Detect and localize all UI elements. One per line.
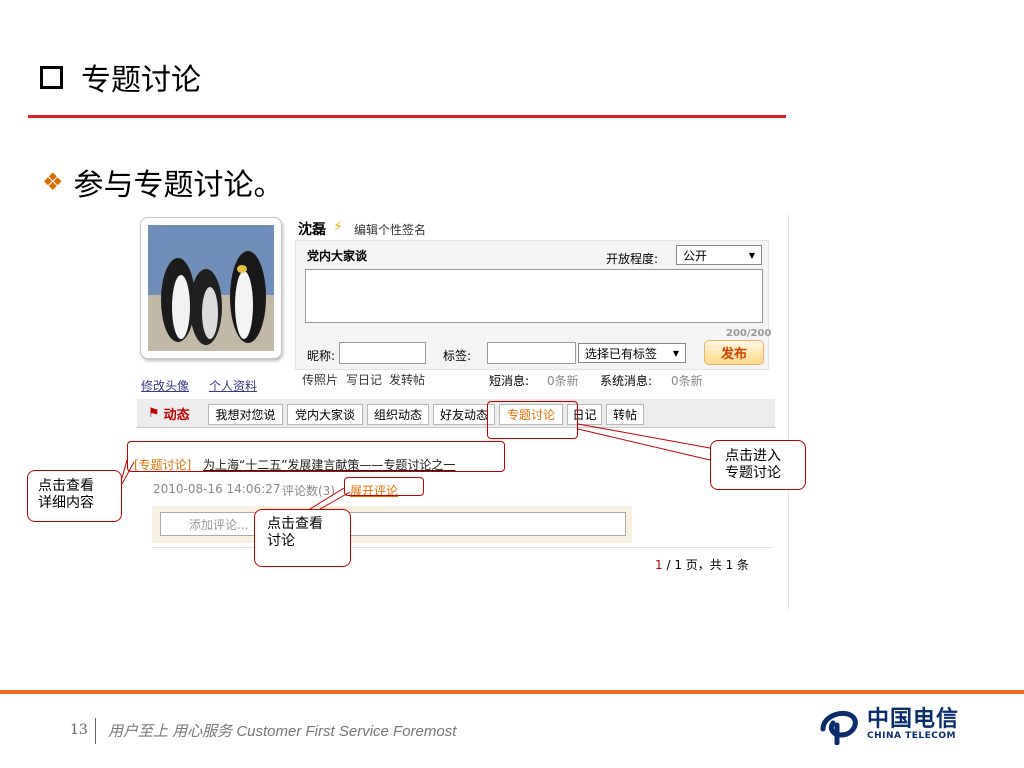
footer-slogan: 用户至上 用心服务 Customer First Service Foremos… xyxy=(108,723,457,740)
footer-divider xyxy=(0,690,1024,694)
china-telecom-logo: 中国电信 CHINA TELECOM xyxy=(815,700,975,750)
callout-view-detail: 点击查看 详细内容 xyxy=(27,470,122,522)
page-number: 13 xyxy=(70,722,88,738)
callout-enter-topic: 点击进入 专题讨论 xyxy=(710,440,806,490)
logo-english: CHINA TELECOM xyxy=(867,731,956,741)
logo-chinese: 中国电信 xyxy=(867,707,960,732)
footer-separator xyxy=(95,718,96,744)
callout-connectors xyxy=(121,423,711,510)
callout-view-discussion: 点击查看 讨论 xyxy=(254,509,351,567)
telecom-swirl-icon xyxy=(820,711,858,745)
